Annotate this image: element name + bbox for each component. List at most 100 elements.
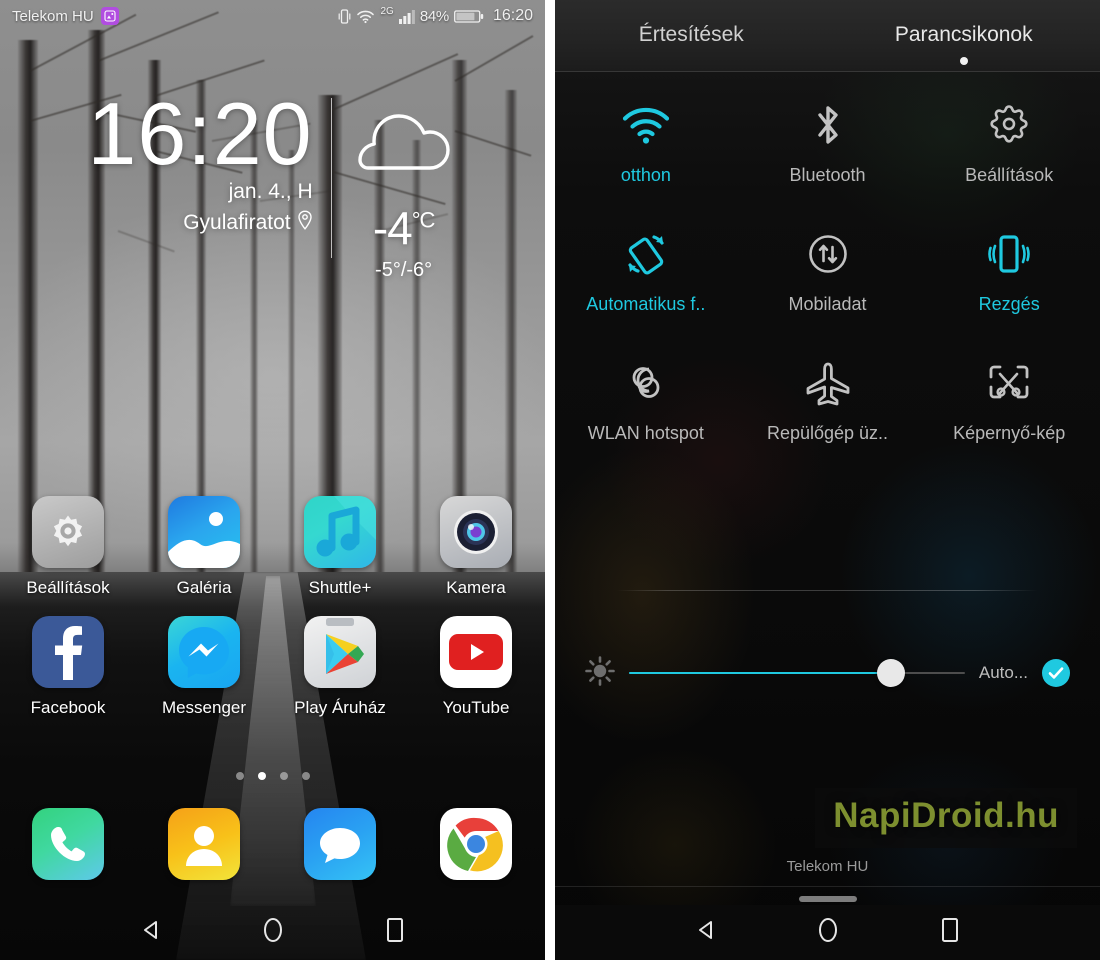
home-screen-panel: Telekom HU 2G 84% 16:20 16:20 jan. 4., H… <box>0 0 545 960</box>
page-indicator <box>0 772 545 780</box>
hotspot-icon <box>623 353 669 413</box>
home-circle-icon[interactable] <box>817 917 839 948</box>
tile-wifi[interactable]: otthon <box>555 95 737 186</box>
drag-handle[interactable] <box>798 896 857 902</box>
panel-separator <box>545 0 555 960</box>
auto-brightness-label: Auto... <box>978 663 1028 682</box>
slider-knob[interactable] <box>876 659 905 687</box>
status-clock-label: 16:20 <box>492 7 533 24</box>
app-row: Beállítások Galéria Shuttle+ Kamera <box>0 496 545 598</box>
brightness-divider <box>617 590 1038 591</box>
tile-row: Automatikus f.. Mobiladat Rezgés <box>555 224 1100 315</box>
page-dot-active[interactable] <box>257 772 266 780</box>
dock <box>0 808 545 880</box>
tile-mobile-data[interactable]: Mobiladat <box>737 224 919 315</box>
app-beallitasok[interactable]: Beállítások <box>0 496 136 598</box>
app-messenger[interactable]: Messenger <box>136 616 272 718</box>
tile-bluetooth[interactable]: Bluetooth <box>737 95 919 186</box>
app-label: Kamera <box>446 578 506 597</box>
tab-notifications[interactable]: Értesítések <box>555 23 828 49</box>
tile-label: WLAN hotspot <box>587 423 704 443</box>
mobile-data-icon <box>805 224 851 284</box>
tile-label: otthon <box>620 165 671 185</box>
tile-label: Mobiladat <box>788 294 867 314</box>
widget-temperature-value: -4 <box>372 202 413 254</box>
page-dot[interactable] <box>235 772 244 780</box>
wifi-icon <box>620 95 672 155</box>
messenger-icon <box>168 616 240 688</box>
settings-gear-icon <box>32 496 104 568</box>
contacts-person-icon <box>168 808 240 880</box>
tab-active-dot <box>959 56 968 65</box>
dock-item-chrome[interactable] <box>408 808 544 880</box>
tab-shortcuts[interactable]: Parancsikonok <box>828 22 1100 65</box>
home-circle-icon[interactable] <box>262 917 284 948</box>
wifi-icon <box>356 9 375 24</box>
watermark: NapiDroid.hu <box>815 788 1077 848</box>
app-shuttle[interactable]: Shuttle+ <box>272 496 408 598</box>
play-store-icon <box>304 616 376 688</box>
tile-airplane-mode[interactable]: Repülőgép üz.. <box>737 353 919 444</box>
app-row: Facebook Messenger Play Áruház YouTube <box>0 616 545 718</box>
battery-percent-label: 84% <box>419 7 449 25</box>
app-youtube[interactable]: YouTube <box>408 616 544 718</box>
back-triangle-icon[interactable] <box>140 919 162 946</box>
camera-lens-icon <box>440 496 512 568</box>
dock-item-contacts[interactable] <box>136 808 272 880</box>
carrier-label: Telekom HU <box>786 858 869 875</box>
tile-label: Képernyő-kép <box>953 423 1066 443</box>
dock-item-phone[interactable] <box>0 808 136 880</box>
signal-bars-icon <box>398 9 415 24</box>
check-icon <box>1048 667 1064 679</box>
tile-vibrate[interactable]: Rezgés <box>918 224 1100 315</box>
app-galeria[interactable]: Galéria <box>136 496 272 598</box>
tile-label: Rezgés <box>978 294 1040 314</box>
vibrate-icon <box>984 224 1034 284</box>
facebook-icon <box>32 616 104 688</box>
tile-auto-rotate[interactable]: Automatikus f.. <box>555 224 737 315</box>
watermark-label: NapiDroid.hu <box>833 796 1059 835</box>
app-label: Beállítások <box>26 578 110 597</box>
location-pin-icon <box>297 210 313 236</box>
tab-label: Parancsikonok <box>894 22 1033 46</box>
tile-screenshot[interactable]: Képernyő-kép <box>918 353 1100 444</box>
brightness-sun-icon <box>585 655 615 691</box>
tile-label: Bluetooth <box>789 165 866 185</box>
app-label: YouTube <box>442 698 510 717</box>
app-label: Messenger <box>161 698 247 717</box>
navigation-bar-quicksettings <box>555 905 1100 960</box>
tile-label: Automatikus f.. <box>586 294 706 314</box>
tile-wlan-hotspot[interactable]: WLAN hotspot <box>555 353 737 444</box>
app-play-aruhaz[interactable]: Play Áruház <box>272 616 408 718</box>
vibrate-icon <box>338 8 351 25</box>
widget-temperature-range: -5°/-6° <box>375 259 433 281</box>
youtube-icon <box>440 616 512 688</box>
dock-item-messages[interactable] <box>272 808 408 880</box>
page-dot[interactable] <box>301 772 310 780</box>
music-note-icon <box>304 496 376 568</box>
app-label: Shuttle+ <box>308 578 372 597</box>
widget-date: jan. 4., H <box>228 179 313 203</box>
status-bar: Telekom HU 2G 84% 16:20 <box>0 0 545 32</box>
footer-divider <box>555 886 1100 887</box>
app-facebook[interactable]: Facebook <box>0 616 136 718</box>
recents-square-icon[interactable] <box>940 917 960 948</box>
auto-brightness-checkbox[interactable] <box>1042 659 1070 687</box>
phone-handset-icon <box>32 808 104 880</box>
auto-rotate-icon <box>621 224 671 284</box>
clock-weather-widget[interactable]: 16:20 jan. 4., H Gyulafiratot -4°C -5°/-… <box>0 90 545 282</box>
airplane-icon <box>804 353 852 413</box>
back-triangle-icon[interactable] <box>695 919 717 946</box>
quick-settings-panel: Értesítések Parancsikonok otthon Bluetoo… <box>555 0 1100 960</box>
tile-settings[interactable]: Beállítások <box>918 95 1100 186</box>
widget-temperature-unit: °C <box>411 207 436 233</box>
recents-square-icon[interactable] <box>385 917 405 948</box>
page-dot[interactable] <box>279 772 288 780</box>
network-type-label: 2G <box>380 5 394 17</box>
tile-row: otthon Bluetooth Beállítások <box>555 95 1100 186</box>
status-carrier-label: Telekom HU <box>12 7 94 25</box>
app-label: Facebook <box>30 698 106 717</box>
brightness-slider[interactable] <box>629 659 965 687</box>
toggle-tile-grid: otthon Bluetooth Beállítások Automatikus… <box>555 95 1100 444</box>
app-kamera[interactable]: Kamera <box>408 496 544 598</box>
